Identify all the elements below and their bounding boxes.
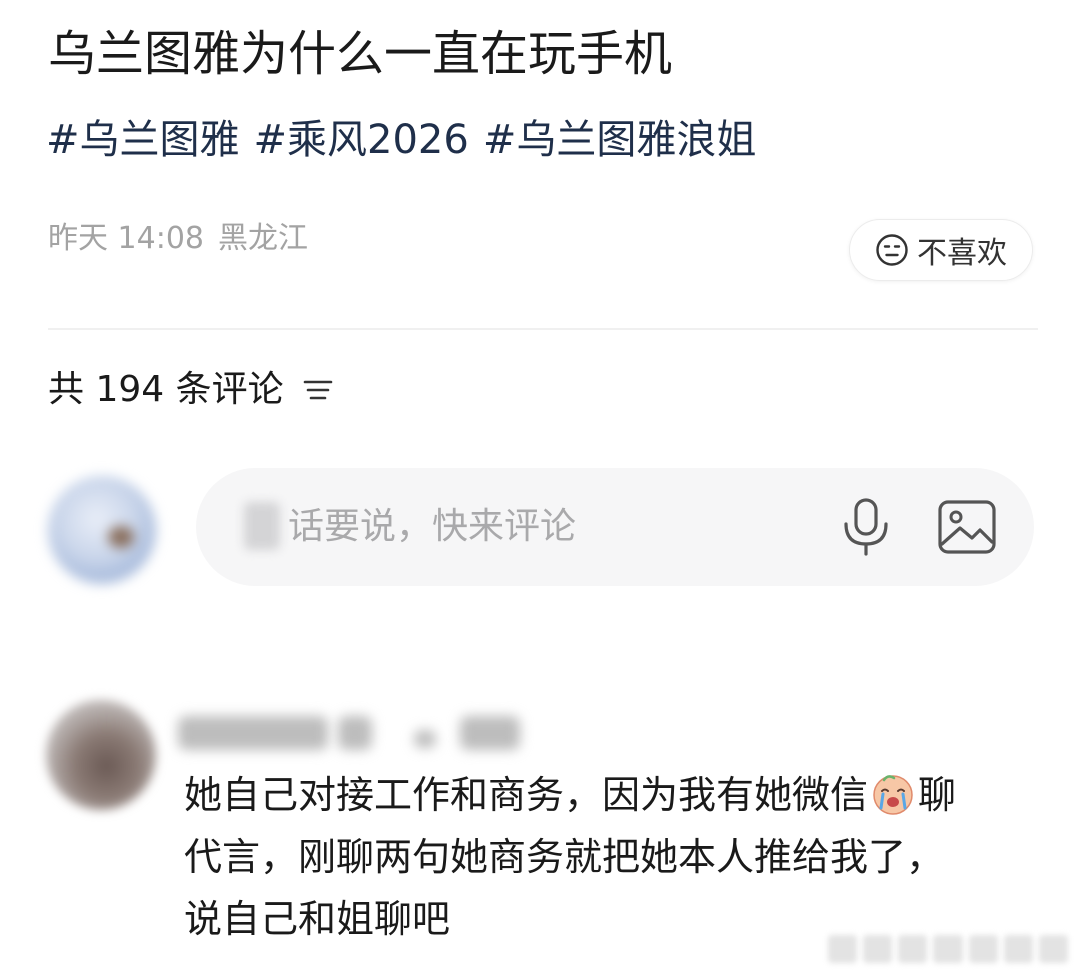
crying-face-emoji-icon — [873, 775, 913, 815]
tag-list: #乌兰图雅 #乘风2026 #乌兰图雅浪姐 — [46, 110, 756, 170]
dislike-button[interactable]: 不喜欢 — [849, 219, 1033, 281]
tag-wulantuya-langjie[interactable]: #乌兰图雅浪姐 — [483, 110, 757, 170]
comment-body: 她自己对接工作和商务，因为我有她微信 聊 代言，刚聊两句她商务就把她本人推给我了… — [184, 764, 1044, 950]
comment-placeholder: 话要说，快来评论 — [288, 506, 577, 547]
tag-wulantuya[interactable]: #乌兰图雅 — [46, 110, 240, 170]
divider — [48, 328, 1038, 330]
commenter-avatar[interactable] — [46, 700, 156, 810]
comment-line-1: 她自己对接工作和商务，因为我有她微信 聊 — [184, 764, 1044, 826]
sort-lines-icon[interactable] — [302, 376, 334, 404]
comment-input[interactable]: 话要说，快来评论 — [196, 468, 1034, 586]
tag-chengfeng-2026[interactable]: #乘风2026 — [254, 110, 469, 170]
post-date: 昨天 14:08 — [48, 221, 204, 256]
comments-header: 共 194 条评论 — [48, 362, 334, 418]
post-location: 黑龙江 — [218, 221, 308, 256]
image-icon[interactable] — [936, 496, 998, 558]
commenter-username-blurred[interactable] — [178, 708, 522, 756]
post-meta: 昨天 14:08 黑龙江 — [48, 214, 308, 264]
blurred-text — [244, 502, 280, 550]
post-page: 乌兰图雅为什么一直在玩手机 #乌兰图雅 #乘风2026 #乌兰图雅浪姐 昨天 1… — [0, 0, 1080, 978]
neutral-face-icon — [876, 234, 908, 266]
microphone-icon[interactable] — [836, 496, 896, 558]
comment-count: 共 194 条评论 — [48, 369, 284, 410]
dislike-label: 不喜欢 — [917, 236, 1007, 271]
watermark-blurred — [828, 935, 1068, 963]
comment-line-2: 代言，刚聊两句她商务就把她本人推给我了， — [184, 835, 945, 879]
current-user-avatar[interactable] — [48, 476, 156, 584]
post-title: 乌兰图雅为什么一直在玩手机 — [48, 26, 673, 82]
